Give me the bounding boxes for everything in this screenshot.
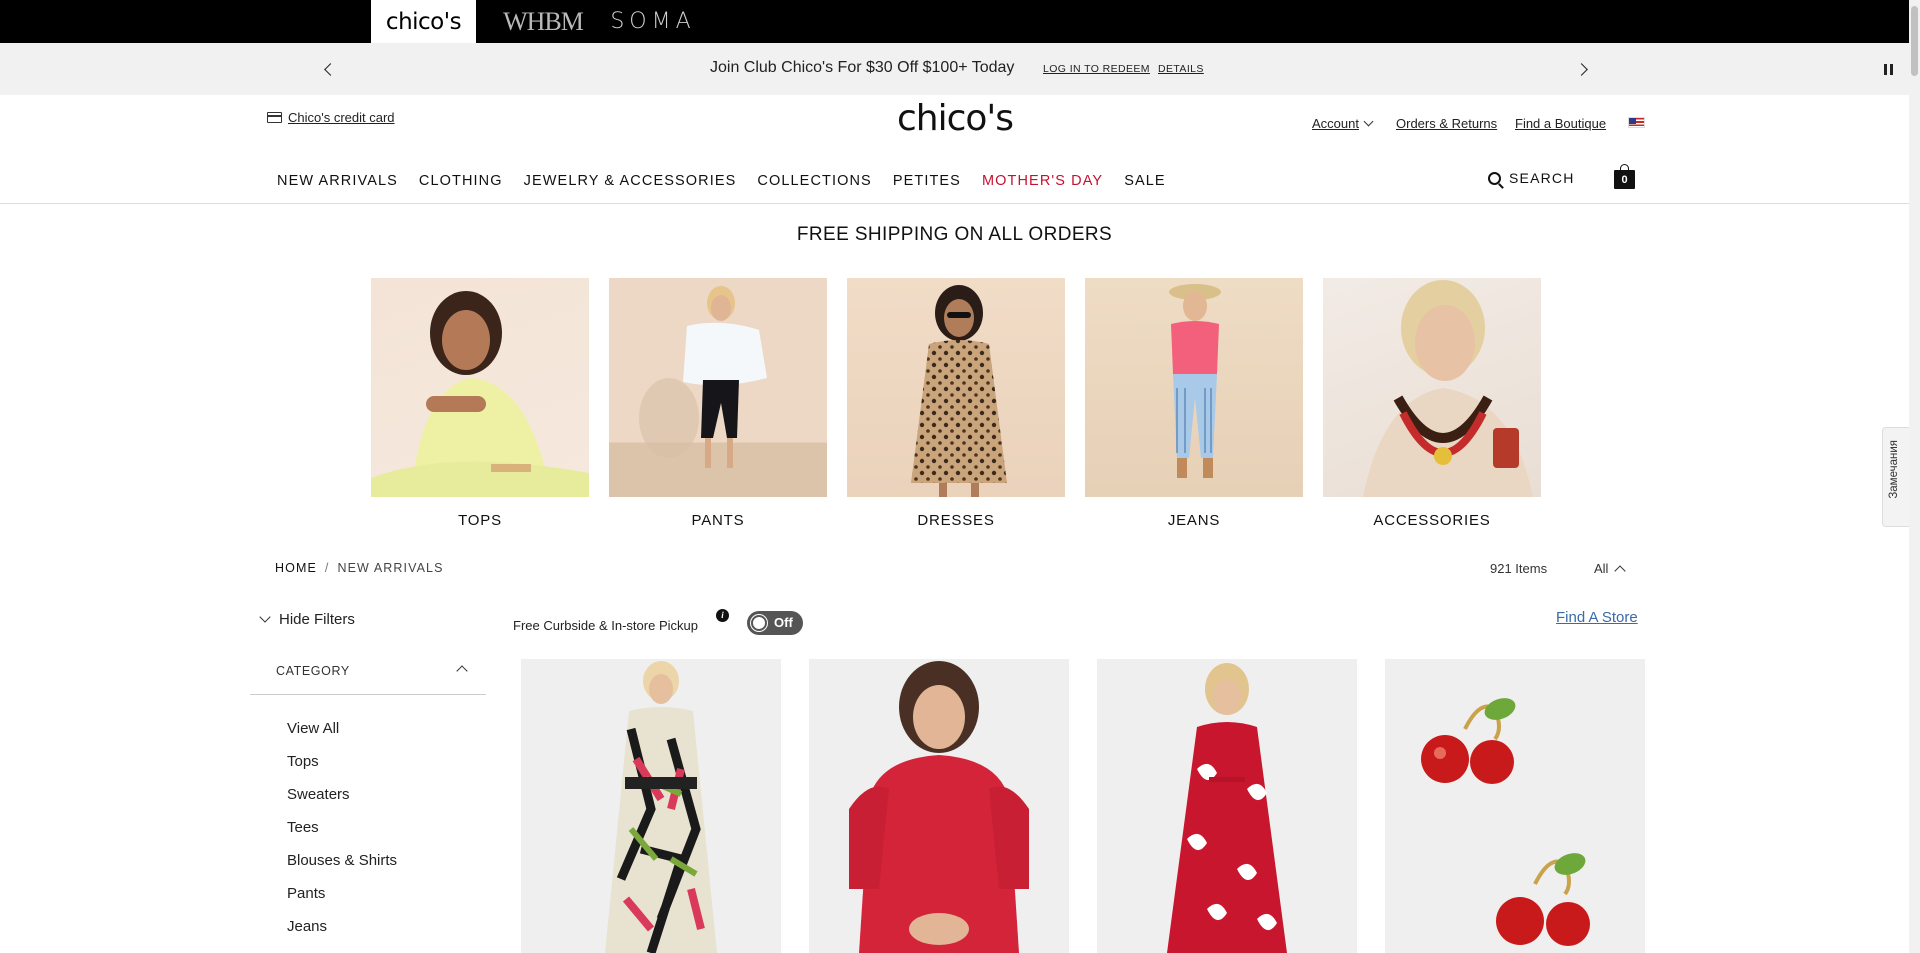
credit-card-label: Chico's credit card — [288, 110, 395, 125]
bag-count: 0 — [1621, 174, 1628, 186]
view-all-label: All — [1594, 561, 1609, 576]
chevron-up-icon — [1614, 564, 1627, 577]
site-logo[interactable]: chico's — [870, 98, 1040, 139]
hide-filters-button[interactable]: Hide Filters — [259, 611, 355, 628]
breadcrumb: HOME / NEW ARRIVALS — [275, 561, 444, 575]
brand-whbm-link[interactable]: WHBM — [503, 0, 584, 43]
category-label: TOPS — [458, 512, 502, 529]
chevron-right-icon — [1574, 62, 1588, 76]
category-image — [609, 278, 827, 497]
nav-petites[interactable]: PETITES — [893, 173, 961, 189]
promo-next-button[interactable] — [1570, 56, 1596, 82]
brand-strip: chico's WHBM SOMA — [0, 0, 1920, 43]
product-image — [1421, 698, 1590, 946]
category-filter-list: View All Tops Sweaters Tees Blouses & Sh… — [287, 720, 397, 951]
promo-login-link[interactable]: LOG IN TO REDEEM — [1043, 63, 1150, 75]
search-label: SEARCH — [1509, 170, 1575, 186]
category-label: PANTS — [691, 512, 745, 529]
promo-message: Join Club Chico's For $30 Off $100+ Toda… — [710, 59, 1015, 76]
results-count: 921 Items — [1490, 561, 1548, 576]
category-image — [371, 278, 589, 497]
brand-soma-link[interactable]: SOMA — [610, 0, 696, 43]
find-store-link[interactable]: Find A Store — [1556, 609, 1638, 626]
main-nav: NEW ARRIVALS CLOTHING JEWELRY & ACCESSOR… — [277, 173, 1187, 189]
nav-new-arrivals[interactable]: NEW ARRIVALS — [277, 173, 398, 189]
us-flag-icon[interactable] — [1628, 117, 1645, 128]
nav-mothers-day[interactable]: MOTHER'S DAY — [982, 173, 1103, 189]
account-label: Account — [1312, 116, 1359, 131]
toggle-knob — [751, 615, 767, 631]
breadcrumb-separator: / — [324, 561, 330, 575]
scrollbar[interactable] — [1909, 0, 1920, 953]
product-tile[interactable] — [1097, 659, 1357, 953]
breadcrumb-current: NEW ARRIVALS — [337, 561, 444, 575]
credit-card-link[interactable]: Chico's credit card — [267, 110, 395, 125]
nav-jewelry-accessories[interactable]: JEWELRY & ACCESSORIES — [524, 173, 737, 189]
filter-tees[interactable]: Tees — [287, 819, 397, 852]
promo-prev-button[interactable] — [315, 56, 341, 82]
hide-filters-label: Hide Filters — [279, 611, 355, 628]
category-tile-jeans[interactable]: JEANS — [1085, 278, 1303, 529]
category-filter-header[interactable]: CATEGORY — [250, 654, 486, 695]
breadcrumb-home[interactable]: HOME — [275, 561, 317, 575]
pickup-toggle[interactable]: Off — [747, 611, 803, 635]
view-all-toggle[interactable]: All — [1594, 561, 1627, 577]
category-tile-tops[interactable]: TOPS — [371, 278, 589, 529]
category-image — [1323, 278, 1541, 497]
find-boutique-link[interactable]: Find a Boutique — [1515, 116, 1606, 131]
shopping-bag-icon[interactable]: 0 — [1614, 164, 1635, 189]
product-image — [605, 661, 717, 953]
chevron-up-icon — [456, 665, 468, 677]
category-label: ACCESSORIES — [1373, 512, 1491, 529]
category-tile-dresses[interactable]: DRESSES — [847, 278, 1065, 529]
nav-sale[interactable]: SALE — [1124, 173, 1165, 189]
pause-icon[interactable] — [1884, 64, 1894, 75]
filter-sweaters[interactable]: Sweaters — [287, 786, 397, 819]
feedback-tab[interactable]: Замечания — [1882, 427, 1909, 527]
toggle-state: Off — [774, 615, 793, 630]
search-icon — [1488, 171, 1501, 185]
product-tile[interactable] — [1385, 659, 1645, 953]
search-button[interactable]: SEARCH — [1488, 170, 1575, 186]
header-divider — [0, 203, 1909, 204]
category-image — [847, 278, 1065, 497]
category-image — [1085, 278, 1303, 497]
category-tile-accessories[interactable]: ACCESSORIES — [1323, 278, 1541, 529]
product-tile[interactable] — [521, 659, 781, 953]
category-label: JEANS — [1167, 512, 1221, 529]
orders-returns-link[interactable]: Orders & Returns — [1396, 116, 1497, 131]
chevron-down-icon — [1363, 116, 1374, 127]
product-image — [849, 661, 1029, 953]
feedback-tab-label: Замечания — [1888, 440, 1900, 499]
filter-tops[interactable]: Tops — [287, 753, 397, 786]
filter-view-all[interactable]: View All — [287, 720, 397, 753]
brand-chicos-link[interactable]: chico's — [371, 0, 476, 43]
category-filter-title: CATEGORY — [276, 664, 350, 678]
product-tile[interactable] — [809, 659, 1069, 953]
credit-card-icon — [267, 112, 282, 123]
pickup-label: Free Curbside & In-store Pickup — [513, 618, 698, 633]
info-icon[interactable]: i — [716, 609, 729, 622]
account-menu[interactable]: Account — [1312, 116, 1374, 131]
filter-blouses-shirts[interactable]: Blouses & Shirts — [287, 852, 397, 885]
filter-pants[interactable]: Pants — [287, 885, 397, 918]
scrollbar-thumb[interactable] — [1911, 6, 1918, 76]
nav-clothing[interactable]: CLOTHING — [419, 173, 503, 189]
chevron-down-icon — [259, 611, 271, 623]
category-tile-pants[interactable]: PANTS — [609, 278, 827, 529]
filter-jeans[interactable]: Jeans — [287, 918, 397, 951]
page: chico's WHBM SOMA Join Club Chico's For … — [0, 0, 1920, 953]
free-shipping-banner: FREE SHIPPING ON ALL ORDERS — [796, 224, 1113, 245]
chevron-left-icon — [323, 62, 337, 76]
promo-details-link[interactable]: DETAILS — [1158, 63, 1204, 75]
nav-collections[interactable]: COLLECTIONS — [757, 173, 871, 189]
category-label: DRESSES — [917, 512, 995, 529]
promo-bar: Join Club Chico's For $30 Off $100+ Toda… — [0, 43, 1909, 95]
product-image — [1167, 663, 1287, 953]
